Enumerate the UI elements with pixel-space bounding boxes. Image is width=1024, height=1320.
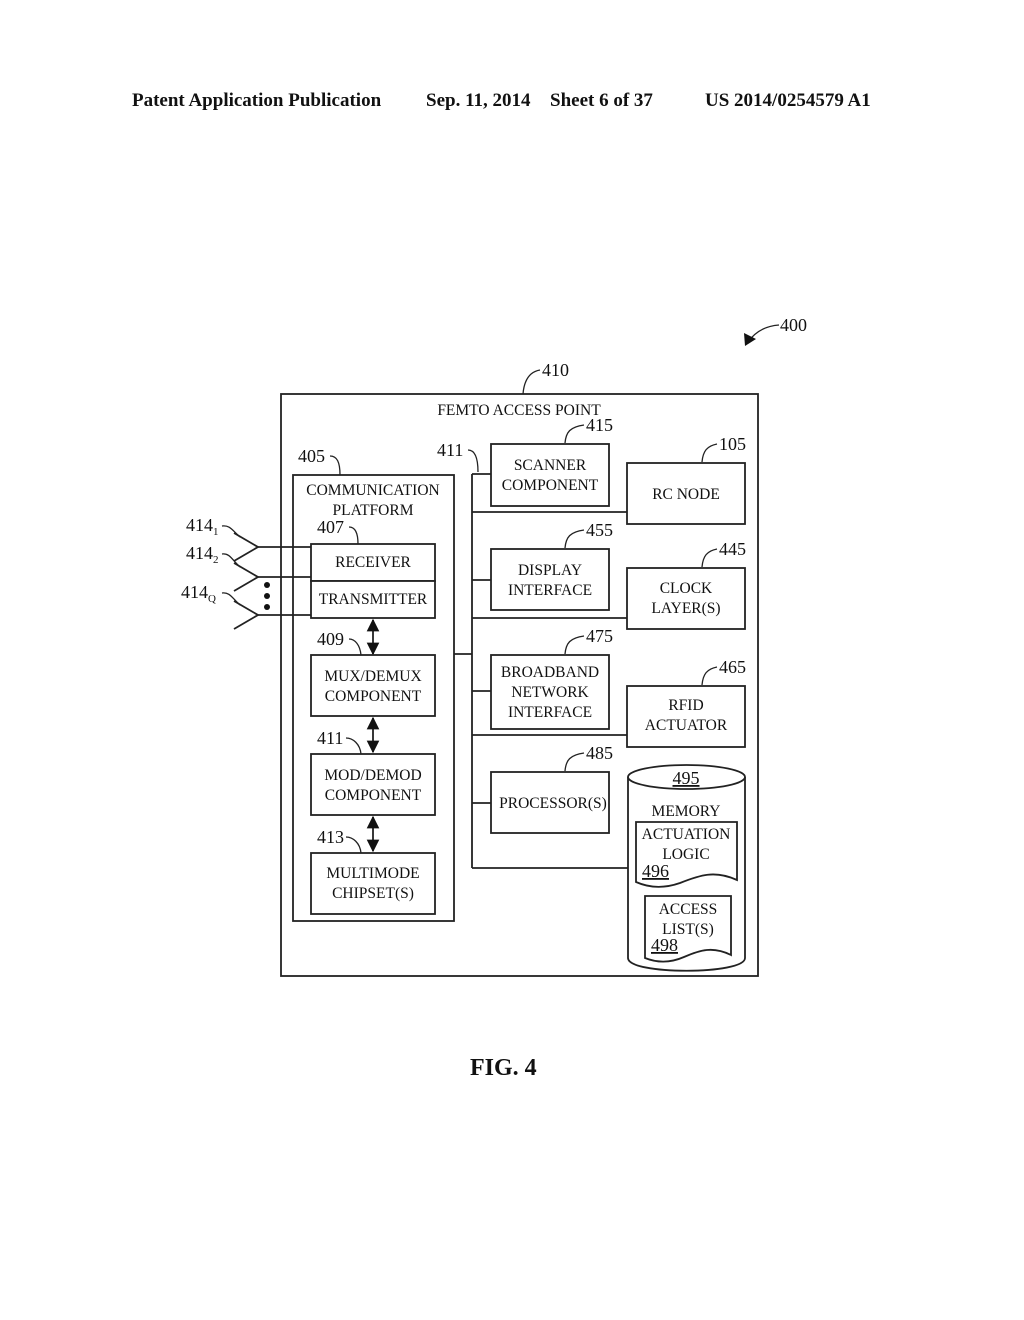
ellipsis-dot xyxy=(264,593,270,599)
chipset-label-1: MULTIMODE xyxy=(326,865,419,882)
mod-label-1: MOD/DEMOD xyxy=(324,767,421,784)
rfid-label-1: RFID xyxy=(668,697,703,714)
ref-409: 409 xyxy=(317,629,344,649)
scanner-label-2: COMPONENT xyxy=(502,477,599,494)
scanner-label-1: SCANNER xyxy=(514,457,587,474)
ref-407: 407 xyxy=(317,517,344,537)
antenna-icon xyxy=(233,532,260,562)
transmitter-label: TRANSMITTER xyxy=(319,591,428,608)
broadband-label-2: NETWORK xyxy=(511,684,589,701)
figure-ref-400: 400 xyxy=(744,315,807,346)
display-label-2: INTERFACE xyxy=(508,582,592,599)
memory-label: MEMORY xyxy=(652,803,721,820)
ellipsis-dot xyxy=(264,582,270,588)
broadband-label-3: INTERFACE xyxy=(508,704,592,721)
ref-475: 475 xyxy=(586,626,613,646)
ref-411-bus: 411 xyxy=(437,440,463,460)
ref-411-mod: 411 xyxy=(317,728,343,748)
actuation-label-1: ACTUATION xyxy=(642,826,731,843)
figure-caption: FIG. 4 xyxy=(470,1055,537,1081)
comm-platform-title-1: COMMUNICATION xyxy=(306,482,439,499)
display-box xyxy=(490,548,610,611)
antenna-ref: 4141 xyxy=(186,515,219,538)
ref-number: 400 xyxy=(780,315,807,335)
scanner-box xyxy=(490,443,610,507)
clock-label-1: CLOCK xyxy=(660,580,713,597)
comm-platform-title-2: PLATFORM xyxy=(333,502,414,519)
rc-node-label: RC NODE xyxy=(652,486,720,503)
antenna-ref: 4142 xyxy=(186,543,219,566)
ref-445: 445 xyxy=(719,539,746,559)
access-point-title: FEMTO ACCESS POINT xyxy=(437,402,601,419)
clock-box xyxy=(626,567,746,630)
ref-495: 495 xyxy=(673,768,700,788)
ref-455: 455 xyxy=(586,520,613,540)
clock-label-2: LAYER(S) xyxy=(651,600,720,617)
ref-498: 498 xyxy=(651,935,678,955)
ref-465: 465 xyxy=(719,657,746,677)
multimode-chipset-box xyxy=(310,852,436,915)
ref-485: 485 xyxy=(586,743,613,763)
antenna-icon xyxy=(233,562,260,592)
ref-496: 496 xyxy=(642,861,669,881)
broadband-label-1: BROADBAND xyxy=(501,664,599,681)
chipset-label-2: CHIPSET(S) xyxy=(332,885,414,902)
ref-405: 405 xyxy=(298,446,325,466)
mod-demod-box xyxy=(310,753,436,816)
ref-105: 105 xyxy=(719,434,746,454)
figure-diagram: 400 410 FEMTO ACCESS POINT 405 COMMUNICA… xyxy=(181,315,807,977)
access-list-label-1: ACCESS xyxy=(659,901,718,918)
mux-label-2: COMPONENT xyxy=(325,688,422,705)
ref-415: 415 xyxy=(586,415,613,435)
processor-label: PROCESSOR(S) xyxy=(499,795,607,812)
actuation-label-2: LOGIC xyxy=(662,846,709,863)
ref-410: 410 xyxy=(542,360,569,380)
ellipsis-dot xyxy=(264,604,270,610)
rfid-label-2: ACTUATOR xyxy=(645,717,728,734)
leader-line xyxy=(522,369,541,395)
memory: 495 MEMORY ACTUATION LOGIC 496 ACCESS LI… xyxy=(627,764,746,972)
receiver-label: RECEIVER xyxy=(335,554,411,571)
display-label-1: DISPLAY xyxy=(518,562,582,579)
mux-demux-box xyxy=(310,654,436,717)
mux-label-1: MUX/DEMUX xyxy=(324,668,421,685)
mod-label-2: COMPONENT xyxy=(325,787,422,804)
antenna-ref: 414Q xyxy=(181,582,216,605)
communication-platform: 405 COMMUNICATION PLATFORM 407 RECEIVER … xyxy=(292,446,455,922)
antenna-icon xyxy=(233,600,260,630)
ref-413: 413 xyxy=(317,827,344,847)
